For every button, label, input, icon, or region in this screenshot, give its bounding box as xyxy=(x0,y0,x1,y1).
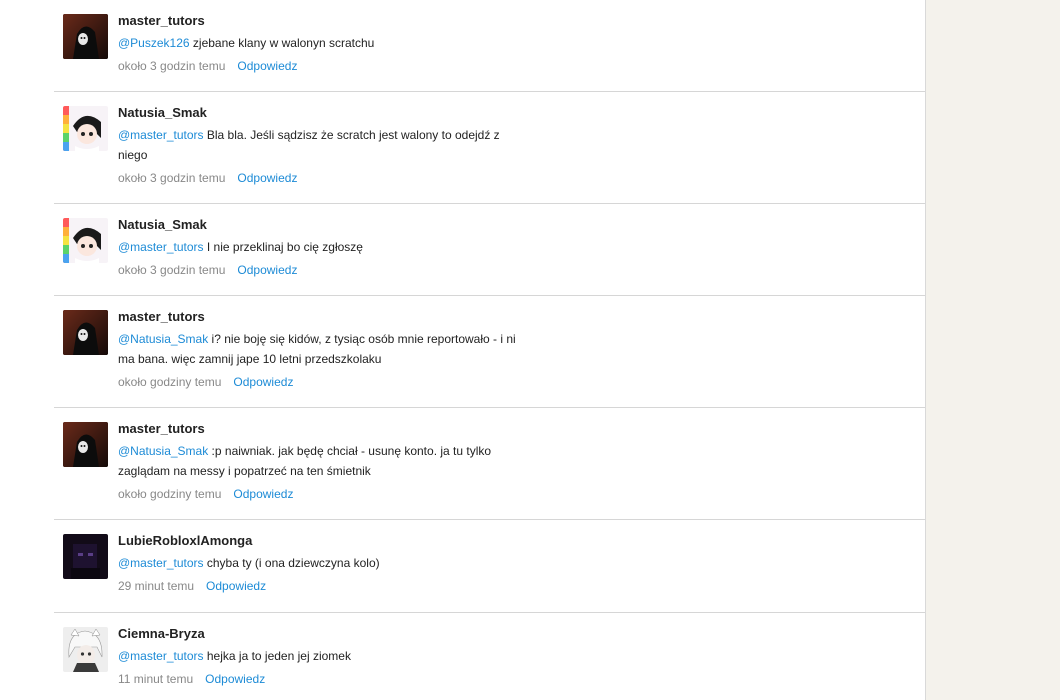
user-avatar[interactable] xyxy=(63,627,108,672)
comment-text: @master_tutors Bla bla. Jeśli sądzisz że… xyxy=(118,125,518,165)
comment-timestamp: około 3 godzin temu xyxy=(118,263,226,277)
comment-item: Natusia_Smak @master_tutors Bla bla. Jeś… xyxy=(54,92,925,204)
comment-item: master_tutors @Natusia_Smak i? nie boję … xyxy=(54,296,925,408)
comment-timestamp: 11 minut temu xyxy=(118,672,194,686)
mention-link[interactable]: @master_tutors xyxy=(118,240,204,254)
comment-item: Natusia_Smak @master_tutors I nie przekl… xyxy=(54,204,925,296)
comment-item: master_tutors @Puszek126 zjebane klany w… xyxy=(54,0,925,92)
comment-username[interactable]: Natusia_Smak xyxy=(118,104,518,122)
mention-link[interactable]: @master_tutors xyxy=(118,128,204,142)
anime-girl-rainbow-avatar-icon xyxy=(63,106,108,151)
comment-item: master_tutors @Natusia_Smak :p naiwniak.… xyxy=(54,408,925,520)
reply-link[interactable]: Odpowiedz xyxy=(237,263,297,277)
reply-link[interactable]: Odpowiedz xyxy=(233,375,293,389)
comment-timestamp: 29 minut temu xyxy=(118,579,195,593)
comment-meta: około 3 godzin temu Odpowiedz xyxy=(118,261,518,279)
comment-meta: około godziny temu Odpowiedz xyxy=(118,373,518,391)
dark-hooded-avatar-icon xyxy=(63,422,108,467)
comment-content: zjebane klany w walonyn scratchu xyxy=(189,36,375,50)
comment-item: Ciemna-Bryza @master_tutors hejka ja to … xyxy=(54,613,925,700)
comment-username[interactable]: LubieRobloxlAmonga xyxy=(118,532,518,550)
comment-username[interactable]: Natusia_Smak xyxy=(118,216,518,234)
comment-content: chyba ty (i ona dziewczyna kolo) xyxy=(203,556,380,570)
comment-text: @Natusia_Smak i? nie boję się kidów, z t… xyxy=(118,329,518,369)
comment-meta: 11 minut temu Odpowiedz xyxy=(118,670,518,688)
mention-link[interactable]: @Natusia_Smak xyxy=(118,332,208,346)
comment-text: @Natusia_Smak :p naiwniak. jak będę chci… xyxy=(118,441,518,481)
comment-username[interactable]: Ciemna-Bryza xyxy=(118,625,518,643)
reply-link[interactable]: Odpowiedz xyxy=(237,171,297,185)
user-avatar[interactable] xyxy=(63,14,108,59)
comment-text: @master_tutors hejka ja to jeden jej zio… xyxy=(118,646,518,666)
comment-text: @master_tutors chyba ty (i ona dziewczyn… xyxy=(118,553,518,573)
comment-content: I nie przeklinaj bo cię zgłoszę xyxy=(203,240,363,254)
white-haired-anime-avatar-icon xyxy=(63,627,108,672)
anime-girl-rainbow-avatar-icon xyxy=(63,218,108,263)
comment-username[interactable]: master_tutors xyxy=(118,12,518,30)
comment-meta: około 3 godzin temu Odpowiedz xyxy=(118,57,518,75)
reply-link[interactable]: Odpowiedz xyxy=(205,672,265,686)
comment-item: LubieRobloxlAmonga @master_tutors chyba … xyxy=(54,520,925,613)
comment-text: @master_tutors I nie przeklinaj bo cię z… xyxy=(118,237,518,257)
reply-link[interactable]: Odpowiedz xyxy=(206,579,266,593)
comment-text: @Puszek126 zjebane klany w walonyn scrat… xyxy=(118,33,518,53)
comments-panel: master_tutors @Puszek126 zjebane klany w… xyxy=(0,0,926,700)
user-avatar[interactable] xyxy=(63,534,108,579)
comment-username[interactable]: master_tutors xyxy=(118,308,518,326)
mention-link[interactable]: @Puszek126 xyxy=(118,36,190,50)
comment-content: hejka ja to jeden jej ziomek xyxy=(203,649,351,663)
user-avatar[interactable] xyxy=(63,310,108,355)
dark-purple-avatar-icon xyxy=(63,534,108,579)
mention-link[interactable]: @Natusia_Smak xyxy=(118,444,208,458)
user-avatar[interactable] xyxy=(63,422,108,467)
user-avatar[interactable] xyxy=(63,106,108,151)
dark-hooded-avatar-icon xyxy=(63,310,108,355)
comment-username[interactable]: master_tutors xyxy=(118,420,518,438)
page-background-sidebar xyxy=(926,0,1060,700)
comment-timestamp: około 3 godzin temu xyxy=(118,171,226,185)
reply-link[interactable]: Odpowiedz xyxy=(233,487,293,501)
dark-hooded-avatar-icon xyxy=(63,14,108,59)
mention-link[interactable]: @master_tutors xyxy=(118,556,204,570)
user-avatar[interactable] xyxy=(63,218,108,263)
mention-link[interactable]: @master_tutors xyxy=(118,649,204,663)
comment-timestamp: około godziny temu xyxy=(118,487,222,501)
comment-meta: około godziny temu Odpowiedz xyxy=(118,485,518,503)
comment-timestamp: około 3 godzin temu xyxy=(118,59,226,73)
comment-meta: około 3 godzin temu Odpowiedz xyxy=(118,169,518,187)
comment-meta: 29 minut temu Odpowiedz xyxy=(118,577,518,595)
comment-timestamp: około godziny temu xyxy=(118,375,222,389)
reply-link[interactable]: Odpowiedz xyxy=(237,59,297,73)
